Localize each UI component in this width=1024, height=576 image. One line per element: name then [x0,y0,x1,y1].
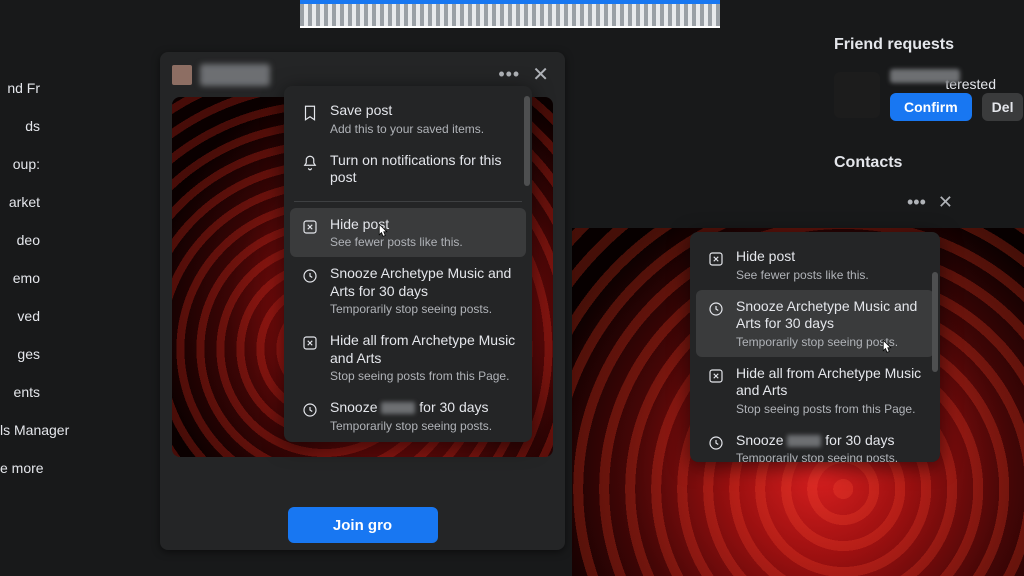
menu-item[interactable]: Save post Add this to your saved items. [290,94,526,144]
bell-icon [300,153,320,173]
friend-name-redacted [890,69,960,83]
menu-item[interactable]: Hide postSee fewer posts like this. [290,208,526,258]
sidebar-item[interactable]: ls Manager [0,422,42,438]
top-tab-strip [300,0,720,28]
menu-item-subtitle: Stop seeing posts from this Page. [330,369,516,383]
confirm-button[interactable]: Confirm [890,93,972,121]
avatar[interactable] [834,72,880,118]
sidebar-item[interactable]: ds [0,118,42,134]
scrollbar[interactable] [932,272,938,372]
clock-icon [706,433,726,453]
menu-item[interactable]: Turn on notifications for this post [290,144,526,195]
menu-item-title: Hide post [330,216,463,234]
menu-item[interactable]: Hide post See fewer posts like this. [696,240,934,290]
menu-item-subtitle: Add this to your saved items. [330,122,484,136]
menu-item[interactable]: Snooze for 30 days Temporarily stop seein… [290,391,526,441]
delete-button[interactable]: Del [982,93,1024,121]
sidebar-item[interactable]: nd Fr [0,80,42,96]
menu-item-title: Snooze for 30 days [736,432,898,450]
menu-item-title: Hide post [736,248,869,266]
menu-item[interactable]: Hide all from Archetype Music and Arts St… [290,324,526,391]
menu-item-subtitle: Temporarily stop seeing posts. [330,419,492,433]
menu-item[interactable]: Hide all from Archetype Music and Arts St… [696,357,934,424]
clock-icon [706,299,726,319]
post-options-icon[interactable]: ••• [498,64,520,85]
menu-item-title: Snooze Archetype Music and Arts for 30 d… [330,265,516,300]
menu-item-subtitle: Temporarily stop seeing posts. [330,302,516,316]
post-options-menu: Save post Add this to your saved items. Tu… [284,86,532,442]
menu-item-title: Save post [330,102,484,120]
sidebar-item[interactable]: ges [0,346,42,362]
sidebar-item[interactable]: ved [0,308,42,324]
menu-item-subtitle: Temporarily stop seeing posts. [736,335,924,349]
menu-item-title: Snooze for 30 days [330,399,492,417]
menu-item-title: Hide all from Archetype Music and Arts [736,365,924,400]
sidebar-item[interactable]: oup: [0,156,42,172]
avatar[interactable] [172,65,192,85]
author-name-redacted [200,64,270,86]
sidebar-item[interactable]: emo [0,270,42,286]
sidebar-item[interactable]: ents [0,384,42,400]
close-icon[interactable]: ✕ [938,192,953,213]
menu-item[interactable]: Snooze Archetype Music and Arts for 30 d… [696,290,934,357]
menu-item[interactable]: Unfollow Stop seeing posts but stay frie… [290,441,526,443]
join-group-button[interactable]: Join gro [288,507,438,543]
friend-requests-heading: Friend requests [834,36,954,54]
xbox-icon [300,333,320,353]
menu-item-subtitle: See fewer posts like this. [330,235,463,249]
menu-divider [294,201,522,202]
xbox-icon [706,249,726,269]
bookmark-icon [300,103,320,123]
menu-item-subtitle: Stop seeing posts from this Page. [736,402,924,416]
scrollbar[interactable] [524,96,530,186]
menu-item-subtitle: See fewer posts like this. [736,268,869,282]
menu-item-subtitle: Temporarily stop seeing posts. [736,451,898,462]
menu-item[interactable]: Snooze Archetype Music and Arts for 30 d… [290,257,526,324]
menu-item-title: Hide all from Archetype Music and Arts [330,332,516,367]
menu-item-title: Snooze Archetype Music and Arts for 30 d… [736,298,924,333]
menu-item[interactable]: Snooze for 30 daysTemporarily stop seein… [696,424,934,463]
menu-item-title: Turn on notifications for this post [330,152,516,187]
close-icon[interactable]: ✕ [528,62,553,87]
post-options-menu: Hide post See fewer posts like this. Snooz… [690,232,940,462]
clock-icon [300,266,320,286]
contacts-heading: Contacts [834,154,902,172]
redacted-text [787,435,821,447]
redacted-text [381,402,415,414]
sidebar-item[interactable]: e more [0,460,42,476]
sidebar-item[interactable]: deo [0,232,42,248]
friend-request-card: Confirm Del [834,60,1024,130]
xbox-icon [706,366,726,386]
sidebar-item[interactable]: arket [0,194,42,210]
clock-icon [300,400,320,420]
xbox-icon [300,217,320,237]
post-options-icon[interactable]: ••• [907,192,926,213]
left-sidebar: nd Fr ds oup: arket deo emo ved ges ents ls Manag… [0,80,42,476]
